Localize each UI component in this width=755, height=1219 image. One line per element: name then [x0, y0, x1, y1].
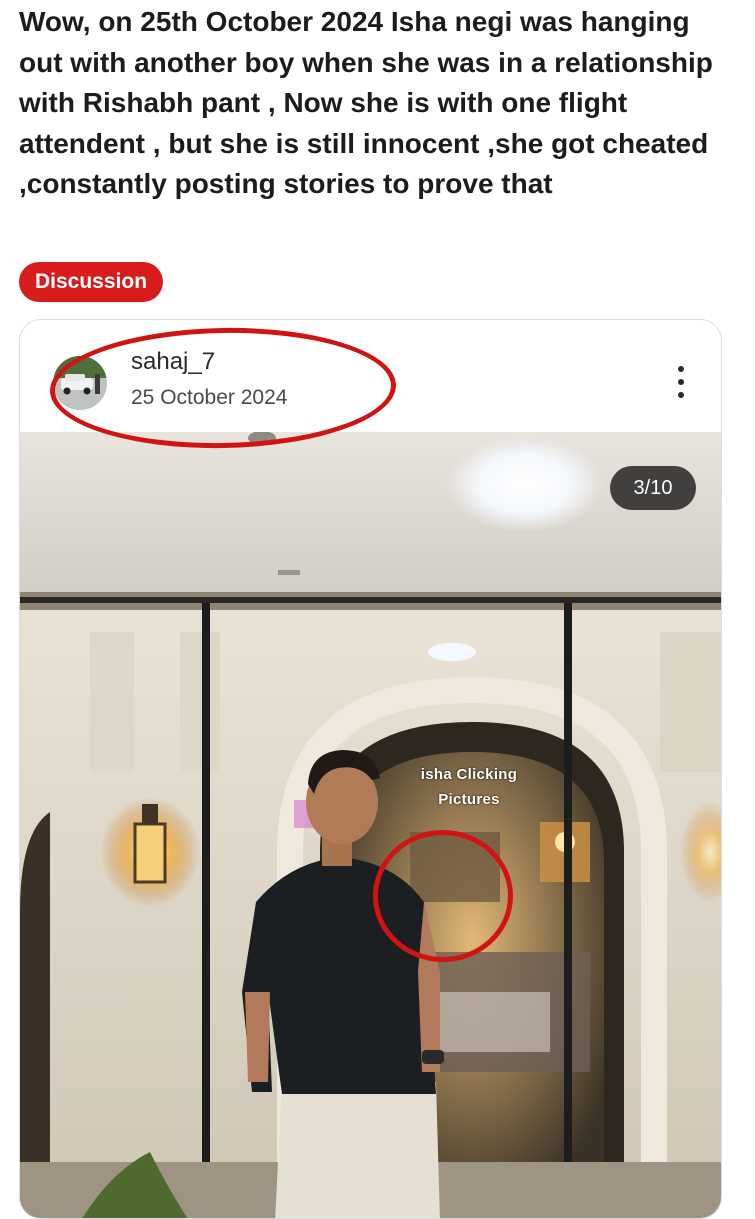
- username[interactable]: sahaj_7: [131, 348, 215, 376]
- post-date: 25 October 2024: [131, 386, 288, 409]
- embed-header: sahaj_7 25 October 2024: [20, 320, 721, 452]
- caption-line: Pictures: [438, 791, 500, 808]
- photo-caption: isha Clicking Pictures: [403, 762, 535, 812]
- red-annotation-circle: [373, 830, 513, 962]
- post-photo[interactable]: 3/10 isha Clicking Pictures: [20, 432, 721, 1218]
- embedded-instagram-post[interactable]: sahaj_7 25 October 2024 3/10 isha Clicki…: [19, 319, 722, 1219]
- more-vertical-icon[interactable]: [670, 362, 692, 402]
- post-title: Wow, on 25th October 2024 Isha negi was …: [19, 6, 713, 199]
- image-counter: 3/10: [610, 466, 696, 510]
- avatar[interactable]: [53, 356, 107, 410]
- caption-line: isha Clicking: [420, 766, 518, 783]
- discussion-flair[interactable]: Discussion: [19, 262, 164, 302]
